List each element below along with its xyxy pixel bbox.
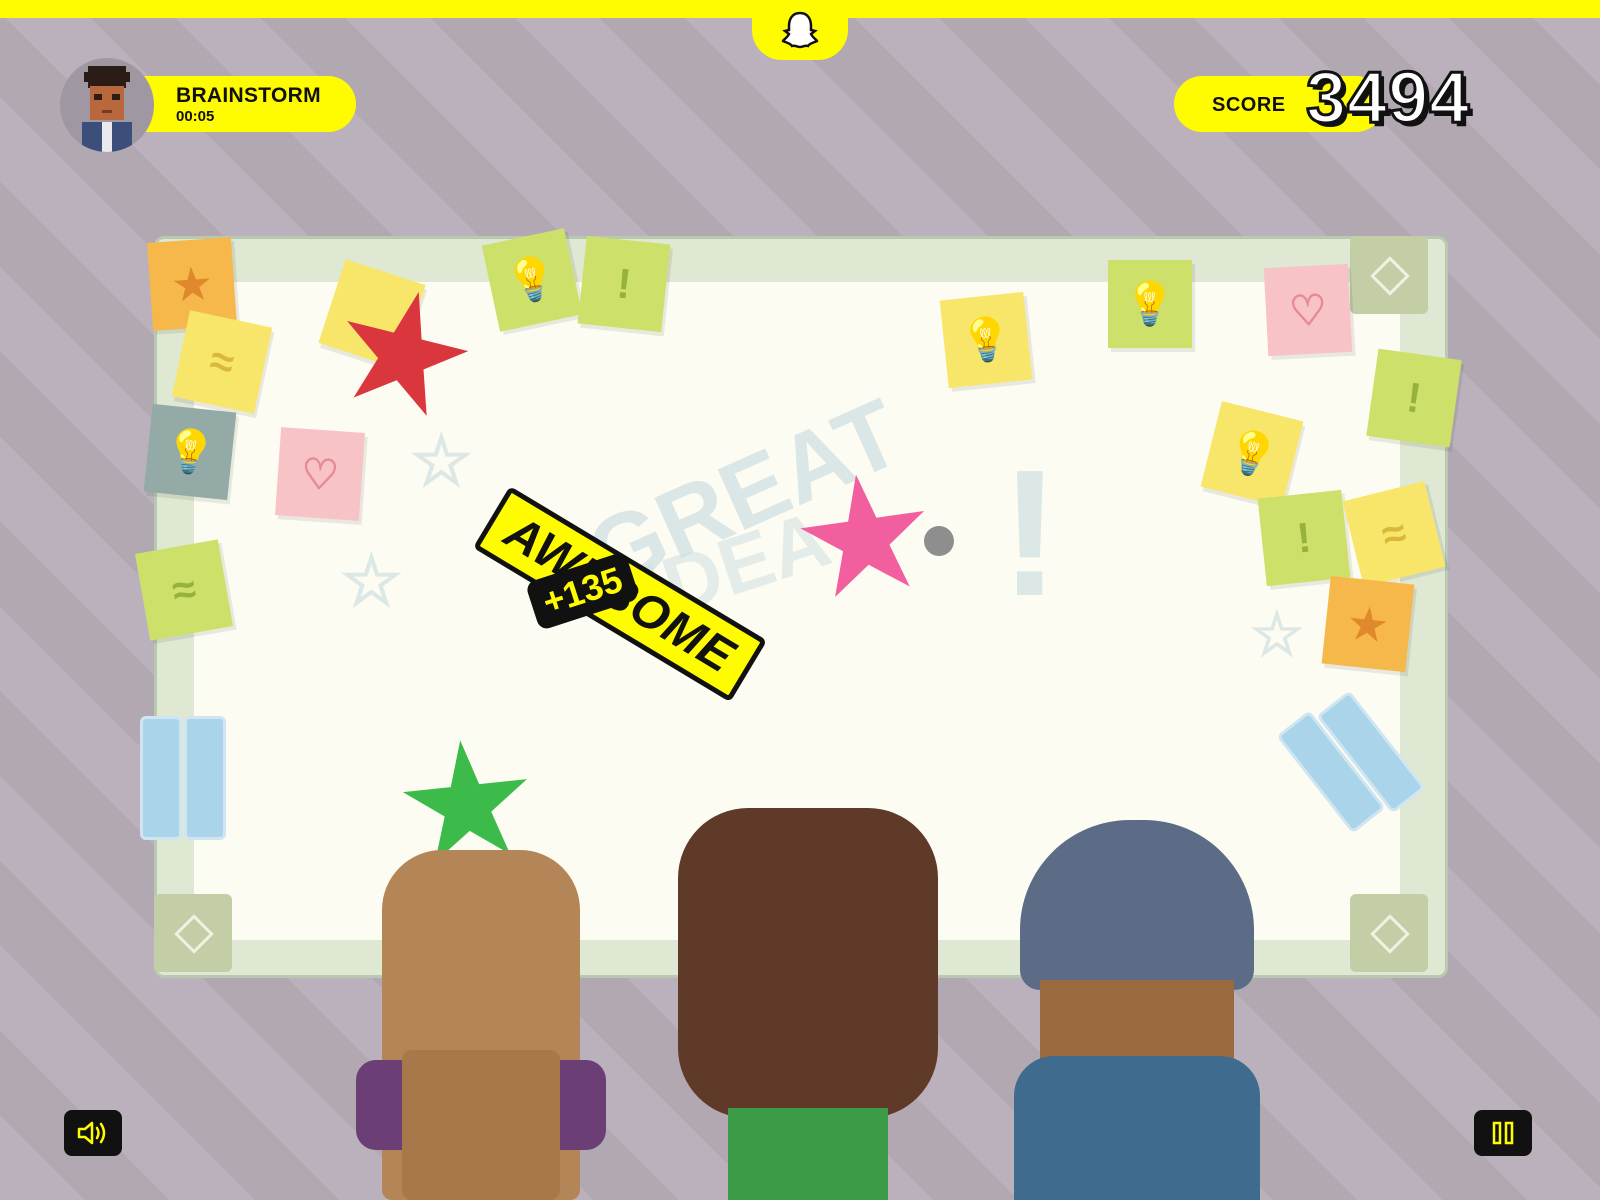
sticky-note-bulb[interactable]: 💡 bbox=[939, 291, 1033, 389]
character-right-shirt bbox=[1014, 1056, 1260, 1200]
cursor-dot bbox=[924, 526, 954, 556]
character-left bbox=[356, 850, 606, 1200]
game-stage[interactable]: BRAINSTORM 00:05 SCORE 3494 GREAT IDEA !… bbox=[0, 0, 1600, 1200]
sticky-note-star[interactable]: ★ bbox=[1321, 575, 1415, 673]
sticky-note-bulb[interactable]: 💡 bbox=[481, 228, 583, 332]
board-corner-marker bbox=[1370, 914, 1410, 954]
sticky-note-bulb[interactable]: 💡 bbox=[1108, 260, 1192, 348]
character-middle-shirt bbox=[728, 1108, 888, 1200]
pause-icon bbox=[1492, 1121, 1514, 1145]
sticky-note-exclamation[interactable]: ! bbox=[577, 235, 671, 333]
scribble-exclamation-icon: ! bbox=[1000, 433, 1060, 634]
snapchat-ghost-icon bbox=[752, 0, 848, 60]
round-timer: 00:05 bbox=[176, 108, 215, 125]
sticky-note-scribble[interactable]: ≈ bbox=[171, 310, 273, 414]
spray-can[interactable] bbox=[140, 716, 182, 840]
score-value: 3494 bbox=[1304, 58, 1471, 138]
spray-can[interactable] bbox=[184, 716, 226, 840]
scribble-star-icon: ☆ bbox=[1250, 601, 1304, 668]
score-label: SCORE bbox=[1212, 94, 1286, 116]
board-corner bbox=[1350, 236, 1428, 314]
board-corner-marker bbox=[1370, 256, 1410, 296]
sound-button[interactable] bbox=[64, 1110, 122, 1156]
character-left-hair bbox=[402, 1050, 560, 1200]
character-middle bbox=[678, 808, 938, 1200]
scribble-star-icon: ☆ bbox=[410, 422, 473, 500]
board-corner bbox=[1350, 894, 1428, 972]
sticky-note-exclamation[interactable]: ! bbox=[1366, 348, 1462, 448]
sticky-note-heart[interactable]: ♡ bbox=[275, 427, 365, 521]
player-avatar bbox=[60, 58, 154, 152]
speaker-icon bbox=[77, 1121, 106, 1145]
round-title: BRAINSTORM bbox=[176, 84, 321, 107]
pause-button[interactable] bbox=[1474, 1110, 1532, 1156]
board-corner-marker bbox=[174, 914, 214, 954]
board-corner bbox=[154, 894, 232, 972]
sticky-note-bulb[interactable]: 💡 bbox=[143, 403, 237, 501]
scribble-star-icon: ☆ bbox=[340, 542, 403, 620]
sticky-note-exclamation[interactable]: ! bbox=[1257, 489, 1351, 587]
sticky-note-scribble[interactable]: ≈ bbox=[134, 539, 234, 641]
sticky-note-heart[interactable]: ♡ bbox=[1263, 263, 1353, 357]
character-right-head bbox=[1040, 980, 1234, 1060]
